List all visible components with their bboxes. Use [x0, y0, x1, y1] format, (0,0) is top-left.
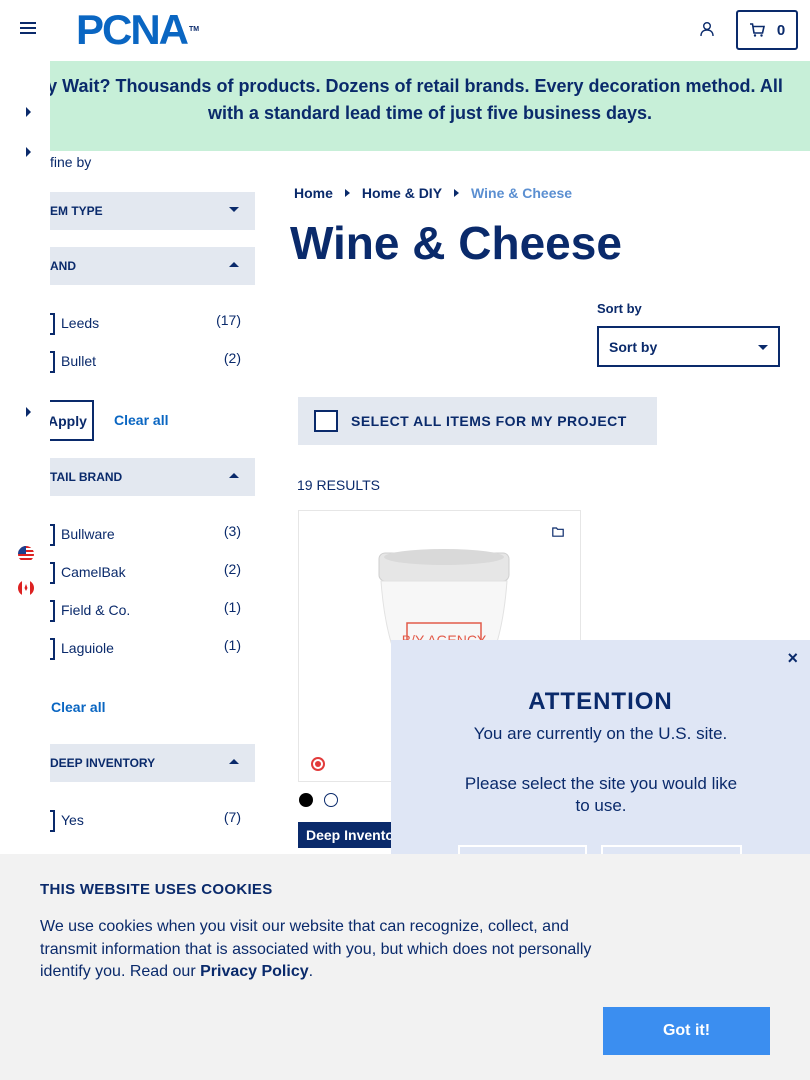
chevron-up-icon — [229, 262, 239, 267]
deep-inventory-tag: Deep Inventory — [298, 822, 398, 848]
refine-by-label: fine by — [50, 154, 92, 170]
banner-line-2: with a standard lead time of just five b… — [207, 103, 653, 123]
modal-instruction: Please select the site you would like to… — [464, 774, 738, 815]
breadcrumb-home[interactable]: Home — [294, 185, 333, 201]
caret-right-icon — [344, 189, 350, 197]
option-count: (17) — [216, 312, 241, 328]
got-it-button[interactable]: Got it! — [603, 1007, 770, 1055]
cookie-period: . — [308, 963, 314, 980]
select-all-button[interactable]: SELECT ALL ITEMS FOR MY PROJECT — [298, 397, 657, 445]
facet-title: DEEP INVENTORY — [50, 756, 156, 770]
option-label: Laguiole — [61, 640, 114, 656]
user-account-icon[interactable] — [699, 21, 715, 37]
swatch-white[interactable] — [324, 793, 338, 807]
sort-select[interactable]: Sort by — [597, 326, 780, 367]
facet-deep-inventory[interactable]: DEEP INVENTORY — [50, 744, 255, 782]
option-label: Bullet — [61, 353, 97, 369]
site-selection-modal: × ATTENTION You are currently on the U.S… — [391, 640, 810, 885]
close-icon[interactable]: × — [787, 648, 798, 669]
chevron-down-icon — [758, 345, 768, 350]
breadcrumb-current: Wine & Cheese — [471, 185, 573, 201]
option-count: (2) — [223, 561, 241, 577]
canada-flag-icon[interactable] — [18, 580, 34, 596]
facet-title: AND — [50, 259, 76, 273]
facet-title: EM TYPE — [50, 204, 103, 218]
option-label: Leeds — [61, 315, 100, 331]
facet-option-leeds[interactable]: Leeds (17) — [50, 312, 245, 336]
menu-icon[interactable] — [20, 22, 36, 36]
promo-banner: y Wait? Thousands of products. Dozens of… — [50, 61, 810, 151]
facet-option-laguiole[interactable]: Laguiole (1) — [50, 637, 245, 661]
caret-right-icon[interactable] — [24, 107, 32, 117]
facet-option-yes[interactable]: Yes (7) — [50, 809, 245, 833]
facet-title: TAIL BRAND — [50, 470, 123, 484]
caret-right-icon — [454, 189, 460, 197]
option-count: (3) — [223, 523, 241, 539]
facet-item-type[interactable]: EM TYPE — [50, 192, 255, 230]
privacy-policy-link[interactable]: Privacy Policy — [200, 963, 309, 980]
modal-title: ATTENTION — [528, 688, 673, 715]
select-all-label: SELECT ALL ITEMS FOR MY PROJECT — [351, 413, 627, 429]
checkbox[interactable] — [50, 638, 55, 660]
facet-option-camelbak[interactable]: CamelBak (2) — [50, 561, 245, 585]
option-count: (1) — [223, 637, 241, 653]
option-label: Bullware — [61, 526, 115, 542]
option-label: CamelBak — [61, 564, 126, 580]
cart-count: 0 — [776, 21, 786, 39]
clear-all-link[interactable]: Clear all — [114, 412, 168, 428]
cart-icon — [749, 23, 765, 37]
checkbox[interactable] — [50, 351, 55, 373]
site-header: PCNA TM 0 — [0, 0, 810, 61]
sort-value: Sort by — [609, 339, 658, 355]
swatch-black[interactable] — [299, 793, 313, 807]
modal-message: You are currently on the U.S. site. — [473, 724, 728, 743]
checkbox[interactable] — [50, 524, 55, 546]
checkbox[interactable] — [50, 810, 55, 832]
chevron-up-icon — [229, 473, 239, 478]
facet-retail-brand[interactable]: TAIL BRAND — [50, 458, 255, 496]
cookie-title: THIS WEBSITE USES COOKIES — [40, 881, 273, 898]
option-count: (7) — [223, 809, 241, 825]
facet-option-field-co[interactable]: Field & Co. (1) — [50, 599, 245, 623]
sort-label: Sort by — [597, 301, 642, 316]
chevron-down-icon — [229, 207, 239, 212]
facet-brand[interactable]: AND — [50, 247, 255, 285]
checkbox[interactable] — [50, 562, 55, 584]
record-badge-icon — [311, 757, 325, 771]
breadcrumb: Home Home & DIY Wine & Cheese — [294, 185, 572, 201]
page-title: Wine & Cheese — [290, 217, 622, 269]
cart-button[interactable]: 0 — [736, 10, 798, 50]
side-rail — [0, 61, 50, 861]
facet-option-bullware[interactable]: Bullware (3) — [50, 523, 245, 547]
folder-icon[interactable] — [552, 527, 564, 537]
apply-button[interactable]: Apply — [48, 400, 94, 441]
option-label: Yes — [61, 812, 84, 828]
breadcrumb-home-diy[interactable]: Home & DIY — [362, 185, 442, 201]
clear-all-link[interactable]: Clear all — [51, 699, 105, 715]
checkbox[interactable] — [314, 410, 338, 432]
chevron-up-icon — [229, 759, 239, 764]
caret-right-icon[interactable] — [24, 147, 32, 157]
cookie-banner: THIS WEBSITE USES COOKIES We use cookies… — [0, 854, 810, 1080]
banner-line-1: y Wait? Thousands of products. Dozens of… — [50, 76, 783, 96]
caret-right-icon[interactable] — [24, 407, 32, 417]
cookie-body: We use cookies when you visit our websit… — [40, 918, 592, 980]
checkbox[interactable] — [50, 313, 55, 335]
results-count: 19 RESULTS — [297, 477, 380, 493]
cookie-text: We use cookies when you visit our websit… — [40, 916, 600, 984]
us-flag-icon[interactable] — [18, 546, 34, 562]
checkbox[interactable] — [50, 600, 55, 622]
option-count: (2) — [223, 350, 241, 366]
option-label: Field & Co. — [61, 602, 131, 618]
pcna-logo[interactable]: PCNA TM — [76, 9, 199, 51]
option-count: (1) — [223, 599, 241, 615]
facet-option-bullet[interactable]: Bullet (2) — [50, 350, 245, 374]
